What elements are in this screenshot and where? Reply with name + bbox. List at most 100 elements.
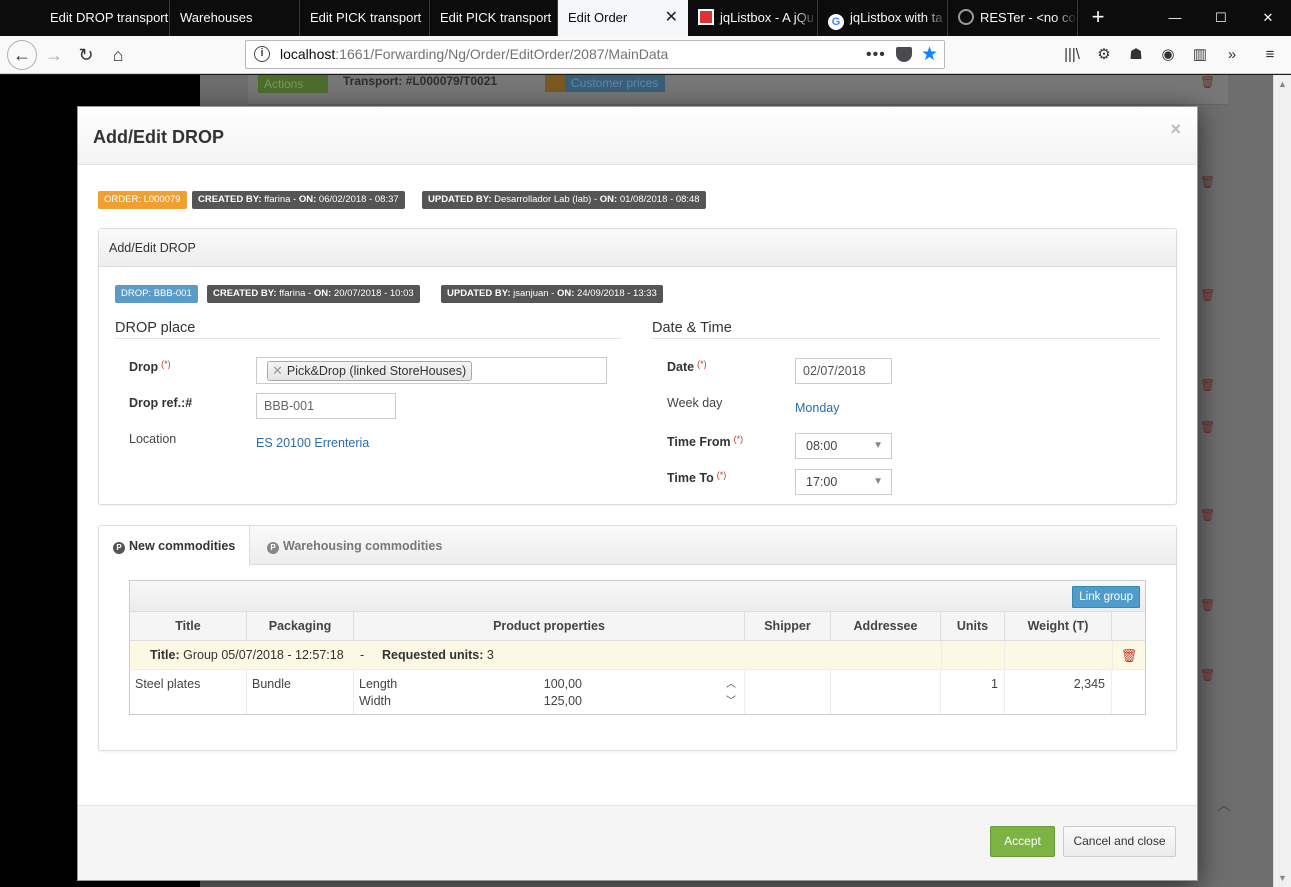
close-window-icon[interactable]: ✕ (1245, 0, 1291, 36)
reload-icon[interactable]: ↻ (72, 41, 100, 69)
column-header[interactable]: Title (130, 612, 247, 641)
library-icon[interactable]: |||\ (1062, 45, 1082, 65)
column-header[interactable]: Product properties (354, 612, 745, 641)
browser-tab[interactable]: Edit DROP transport (40, 0, 170, 36)
new-tab-icon[interactable]: + (1087, 6, 1109, 30)
sidebar-icon[interactable]: ▥ (1190, 45, 1210, 65)
edit-drop-modal: Add/Edit DROP × ORDER: L000079 CREATED B… (77, 106, 1198, 881)
extension-icon[interactable]: ☗ (1126, 45, 1146, 65)
url-bar[interactable]: i localhost:1661/Forwarding/Ng/Order/Edi… (245, 40, 945, 69)
pocket-icon[interactable] (896, 47, 912, 62)
tab-label: Edit PICK transport (310, 10, 422, 25)
tab-label: Warehousing commodities (283, 539, 443, 553)
drop-select[interactable]: ✕ Pick&Drop (linked StoreHouses) (256, 357, 607, 384)
grid-header: Title Packaging Product properties Shipp… (130, 612, 1145, 641)
url-text[interactable]: localhost:1661/Forwarding/Ng/Order/EditO… (280, 41, 668, 68)
column-header[interactable]: Addressee (831, 612, 941, 641)
browser-tab[interactable]: RESTer - <no col (948, 0, 1078, 36)
location-link[interactable]: ES 20100 Errenteria (256, 436, 369, 450)
forward-icon[interactable]: → (40, 41, 68, 69)
label-text: Date (667, 360, 695, 374)
browser-tab[interactable]: jqListbox - A jQu (688, 0, 818, 36)
cell-weight: 2,345 (1073, 677, 1105, 691)
required-mark: (*) (697, 359, 707, 369)
page-actions-icon[interactable]: ••• (866, 41, 886, 68)
grid-cell (831, 670, 941, 714)
time-from-select[interactable]: 08:00 ▼ (795, 433, 892, 459)
date-input[interactable]: 02/07/2018 (795, 358, 892, 384)
column-header[interactable]: Packaging (247, 612, 354, 641)
badge-value: jsanjuan - (510, 288, 557, 299)
close-icon[interactable]: × (1170, 119, 1181, 140)
column-header[interactable]: Shipper (745, 612, 831, 641)
group-title-value: Group 05/07/2018 - 12:57:18 (179, 648, 344, 662)
dropdown-caret-icon: ▼ (873, 440, 883, 451)
bookmark-star-icon[interactable]: ★ (921, 41, 938, 68)
extension-icon[interactable]: ◉ (1158, 45, 1178, 65)
time-to-select[interactable]: 17:00 ▼ (795, 469, 892, 495)
extension-icon[interactable]: ⚙ (1094, 45, 1114, 65)
overflow-icon[interactable]: » (1222, 45, 1242, 65)
drop-chip: ✕ Pick&Drop (linked StoreHouses) (267, 361, 473, 381)
home-icon[interactable]: ⌂ (104, 41, 132, 69)
scroll-down-icon[interactable]: ▼ (1278, 873, 1287, 883)
trash-icon: 🗑 (1200, 508, 1216, 522)
tab-warehousing-commodities[interactable]: P Warehousing commodities (253, 526, 456, 566)
badge-value: 24/09/2018 - 13:33 (574, 288, 657, 299)
cell-packaging: Bundle (252, 677, 291, 691)
time-to-label: Time To (*) (667, 470, 726, 485)
chevron-down-icon[interactable]: ﹀ (726, 692, 736, 707)
grid-cell: Steel plates (130, 670, 247, 714)
customer-prices-button: Customer prices (545, 75, 665, 92)
table-row[interactable]: Steel plates Bundle Length 100,00 Width … (130, 670, 1145, 714)
trash-icon: 🗑 (1200, 288, 1216, 302)
close-tab-icon[interactable]: ✕ (665, 0, 678, 36)
label-text: Time From (667, 435, 731, 449)
back-icon[interactable]: ← (7, 40, 37, 70)
tab-label: New commodities (129, 539, 236, 553)
grid-toolbar: Link group (130, 581, 1145, 612)
delete-icon[interactable]: 🗑 (1112, 641, 1145, 669)
badge-value: 06/02/2018 - 08:37 (316, 194, 399, 205)
required-mark: (*) (716, 470, 727, 480)
menu-icon[interactable]: ≡ (1260, 45, 1280, 65)
column-header[interactable]: Weight (T) (1005, 612, 1112, 641)
badge-key: ON: (557, 288, 575, 299)
drop-ref-input[interactable]: BBB-001 (256, 393, 396, 419)
scroll-up-icon[interactable]: ▲ (1278, 79, 1287, 89)
tab-label: Edit Order (568, 10, 628, 25)
order-badge: ORDER: L000079 (98, 191, 187, 209)
maximize-icon[interactable]: ☐ (1198, 0, 1244, 36)
trash-icon: 🗑 (1200, 420, 1216, 434)
accept-button[interactable]: Accept (990, 826, 1055, 857)
badge-key: UPDATED BY: (447, 288, 511, 299)
updated-badge: UPDATED BY: jsanjuan - ON: 24/09/2018 - … (441, 285, 663, 303)
drop-panel-header: Add/Edit DROP (99, 229, 1176, 267)
required-mark: (*) (161, 359, 171, 369)
browser-tab[interactable]: Edit PICK transport (430, 0, 558, 36)
site-info-icon[interactable]: i (254, 46, 270, 62)
browser-tab-active[interactable]: Edit Order ✕ (558, 0, 688, 36)
cell-units: 1 (991, 677, 998, 691)
column-header[interactable]: Units (941, 612, 1005, 641)
grid-cell: Length 100,00 Width 125,00 ︿ ﹀ (354, 670, 745, 714)
cancel-close-button[interactable]: Cancel and close (1063, 826, 1176, 857)
browser-tab[interactable]: Edit PICK transport (300, 0, 430, 36)
created-badge: CREATED BY: ffarina - ON: 06/02/2018 - 0… (192, 191, 405, 209)
rester-icon (958, 9, 974, 25)
browser-tab[interactable]: GjqListbox with ta (818, 0, 948, 36)
group-title: Title: Group 05/07/2018 - 12:57:18 (150, 641, 344, 670)
tab-new-commodities[interactable]: P New commodities (99, 526, 251, 566)
remove-icon[interactable]: ✕ (272, 363, 283, 378)
badge-key: UPDATED BY: (428, 194, 492, 205)
group-row[interactable]: Title: Group 05/07/2018 - 12:57:18 - Req… (130, 641, 1145, 670)
label-text: Time To (667, 471, 714, 485)
property-value: 125,00 (543, 694, 582, 708)
url-path: :1661/Forwarding/Ng/Order/EditOrder/2087… (335, 46, 669, 62)
browser-tab[interactable]: Warehouses (170, 0, 300, 36)
link-group-button[interactable]: Link group (1072, 586, 1140, 608)
chevron-up-icon[interactable]: ︿ (726, 675, 736, 690)
minimize-icon[interactable]: — (1152, 0, 1198, 36)
page-scrollbar[interactable]: ▲ ▼ (1273, 75, 1291, 887)
badge-key: CREATED BY: (198, 194, 262, 205)
